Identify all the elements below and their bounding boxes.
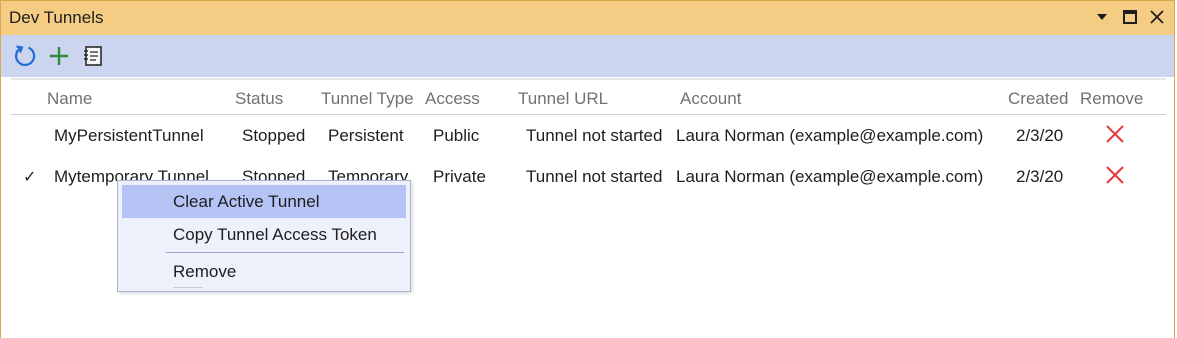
column-header-status[interactable]: Status	[235, 89, 283, 109]
column-header-account[interactable]: Account	[680, 89, 741, 109]
menu-overflow-hint	[173, 287, 203, 291]
column-header-created[interactable]: Created	[1008, 89, 1068, 109]
tunnel-account: Laura Norman (example@example.com)	[676, 126, 984, 145]
column-header-access[interactable]: Access	[425, 89, 480, 109]
chevron-down-icon[interactable]	[1091, 6, 1113, 28]
remove-x-icon[interactable]	[1104, 164, 1126, 186]
tunnel-status: Stopped	[242, 126, 306, 145]
remove-x-icon[interactable]	[1104, 123, 1126, 145]
tunnel-url: Tunnel not started	[526, 167, 663, 186]
close-icon[interactable]	[1146, 6, 1168, 28]
header-underline	[11, 114, 1166, 115]
add-icon[interactable]	[45, 42, 73, 70]
notebook-icon[interactable]	[79, 42, 107, 70]
menu-item-label: Remove	[173, 262, 237, 281]
tunnel-access: Private	[433, 167, 486, 186]
window-title: Dev Tunnels	[9, 8, 104, 27]
menu-item-remove[interactable]: Remove	[122, 255, 406, 288]
tunnel-created: 2/3/20	[1016, 126, 1064, 145]
active-check-icon: ✓	[23, 169, 37, 186]
menu-item-label: Copy Tunnel Access Token	[173, 225, 377, 244]
column-header-name[interactable]: Name	[47, 89, 92, 109]
menu-item-label: Clear Active Tunnel	[173, 192, 320, 211]
menu-separator	[166, 252, 404, 253]
menu-item-clear-active-tunnel[interactable]: Clear Active Tunnel	[122, 185, 406, 218]
title-bar: Dev Tunnels	[1, 1, 1174, 35]
header-divider	[11, 78, 1166, 80]
context-menu: Clear Active Tunnel Copy Tunnel Access T…	[117, 180, 411, 292]
column-header-tunnel-url[interactable]: Tunnel URL	[518, 89, 608, 109]
tunnel-access: Public	[433, 126, 480, 145]
menu-item-copy-tunnel-access-token[interactable]: Copy Tunnel Access Token	[122, 218, 406, 251]
tunnel-account: Laura Norman (example@example.com)	[676, 167, 984, 186]
column-header-remove[interactable]: Remove	[1080, 89, 1143, 109]
column-header-tunnel-type[interactable]: Tunnel Type	[321, 89, 414, 109]
refresh-icon[interactable]	[11, 42, 39, 70]
tunnel-type: Persistent	[328, 126, 404, 145]
maximize-icon[interactable]	[1119, 6, 1141, 28]
toolbar	[1, 35, 1174, 77]
tunnel-url: Tunnel not started	[526, 126, 663, 145]
tunnel-created: 2/3/20	[1016, 167, 1064, 186]
tunnel-name: MyPersistentTunnel	[54, 126, 204, 145]
